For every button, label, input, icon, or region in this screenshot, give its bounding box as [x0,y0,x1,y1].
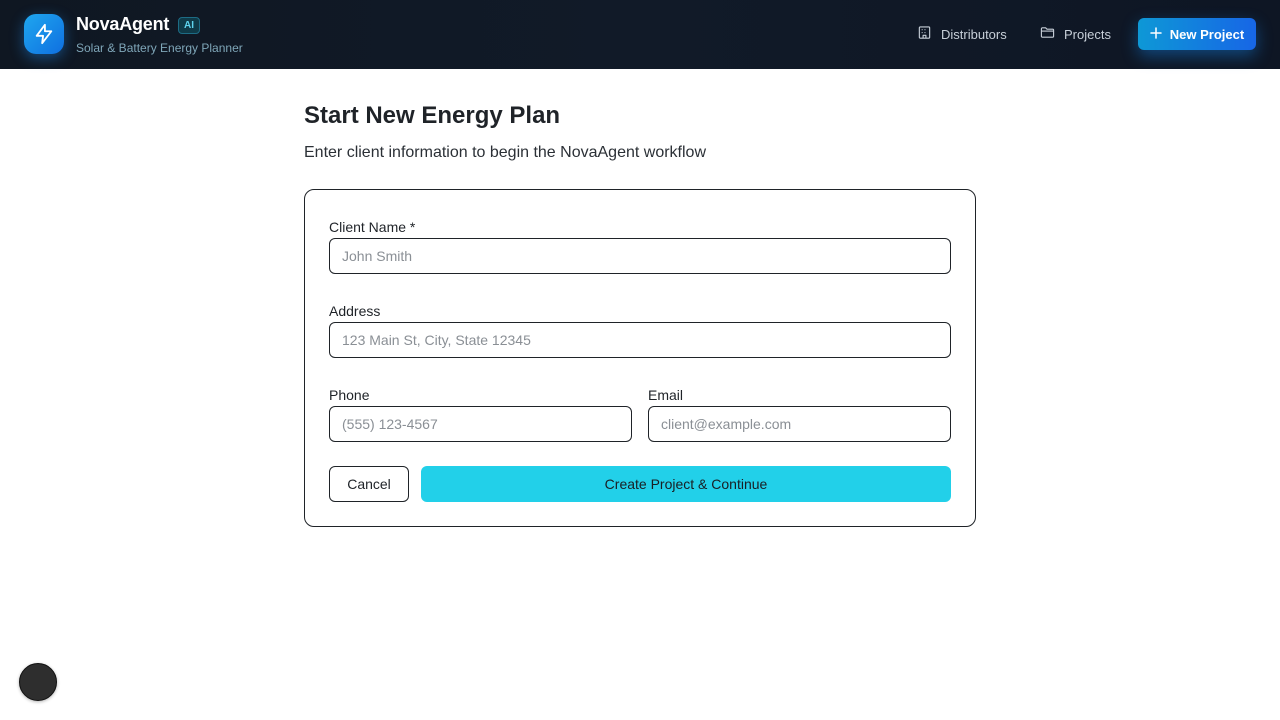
create-project-button[interactable]: Create Project & Continue [421,466,951,502]
folder-icon [1040,25,1055,43]
address-input[interactable] [329,322,951,358]
phone-input[interactable] [329,406,632,442]
page-title: Start New Energy Plan [304,102,561,129]
nav-distributors-label: Distributors [941,26,1007,42]
client-name-input[interactable] [329,238,951,274]
cancel-button[interactable]: Cancel [329,466,409,502]
ai-badge: AI [178,17,200,34]
page-subtitle: Enter client information to begin the No… [304,144,706,161]
new-project-label: New Project [1169,26,1245,42]
new-project-button[interactable]: New Project [1138,18,1256,50]
new-plan-form: Client Name * Address Phone Email Cancel… [304,189,976,527]
email-input[interactable] [648,406,951,442]
email-label: Email [648,387,684,403]
building-icon [917,25,932,43]
brand-title: NovaAgent [76,14,170,34]
brand-subtitle: Solar & Battery Energy Planner [76,41,243,55]
nav-distributors[interactable]: Distributors [917,24,1007,44]
client-name-label: Client Name * [329,219,416,235]
nav-projects[interactable]: Projects [1040,24,1111,44]
plus-icon [1150,26,1162,42]
lightning-icon[interactable] [24,14,64,54]
floating-action-button[interactable] [19,663,57,701]
phone-label: Phone [329,387,370,403]
address-label: Address [329,303,381,319]
top-navbar: NovaAgent AI Solar & Battery Energy Plan… [0,0,1280,69]
nav-projects-label: Projects [1064,26,1111,42]
